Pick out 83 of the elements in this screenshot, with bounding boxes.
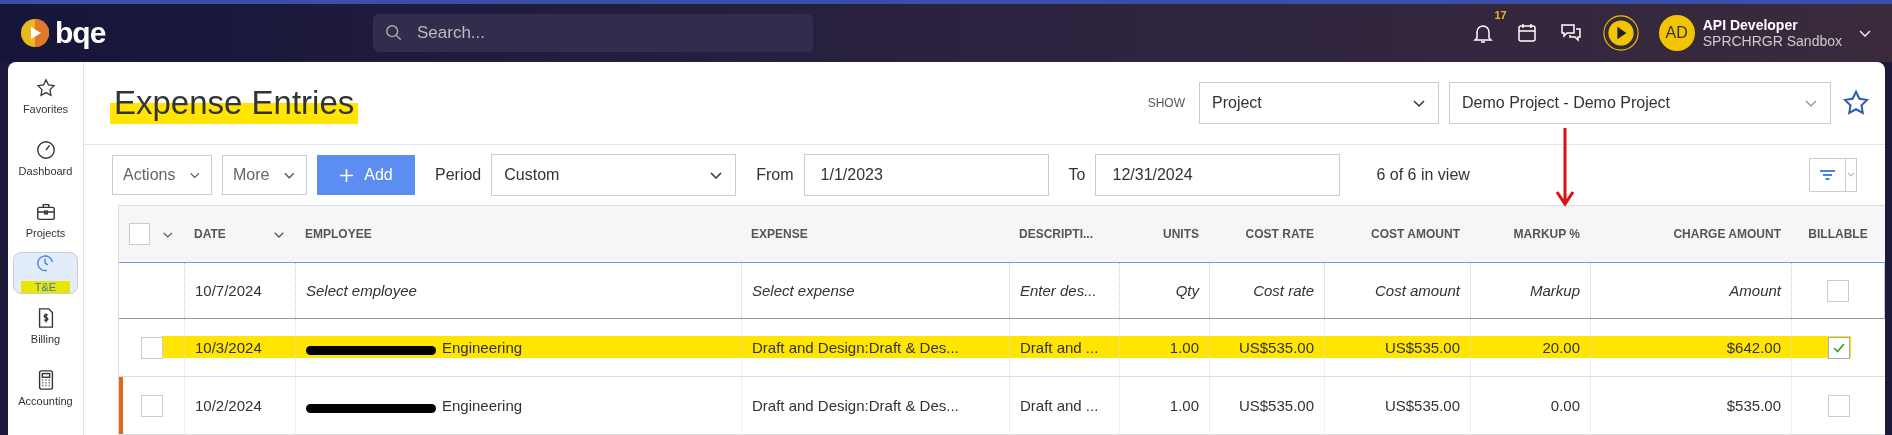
period-label: Period	[435, 166, 482, 184]
table-cell: Engineering	[442, 339, 523, 356]
table-cell: 10/7/2024	[184, 263, 295, 318]
table-cell: Draft and ...	[1020, 339, 1099, 356]
column-header[interactable]: COST AMOUNT	[1371, 227, 1460, 241]
caret-icon	[1804, 98, 1818, 108]
to-label: To	[1068, 166, 1086, 184]
table-cell: 1.00	[1169, 397, 1199, 414]
table-cell: US$535.00	[1384, 339, 1460, 356]
row-checkbox[interactable]	[140, 394, 163, 417]
caret-icon[interactable]	[1858, 28, 1872, 38]
column-header[interactable]: UNITS	[1163, 227, 1199, 241]
logo-text: bqe	[55, 16, 106, 50]
table-cell[interactable]: Cost amount	[1324, 263, 1470, 318]
column-header[interactable]: CHARGE AMOUNT	[1673, 227, 1781, 241]
notification-count: 17	[1494, 9, 1507, 21]
table-cell: Draft and ...	[1020, 397, 1099, 414]
table-cell: 0.00	[1550, 397, 1580, 414]
to-date-field[interactable]: 12/31/2024	[1095, 154, 1341, 196]
column-header[interactable]: EXPENSE	[751, 227, 808, 241]
view-count: 6 of 6 in view	[1376, 166, 1470, 184]
search-icon	[385, 24, 403, 42]
table-cell: US$535.00	[1238, 397, 1314, 414]
play-icon[interactable]	[1602, 15, 1639, 51]
from-date-field[interactable]: 1/1/2023	[803, 154, 1049, 196]
billable-checkbox[interactable]	[1827, 279, 1849, 302]
sidebar-item[interactable]: Projects	[13, 190, 78, 250]
organization-name: SPRCHRGR Sandbox	[1702, 33, 1842, 49]
more-button[interactable]: More	[222, 155, 307, 195]
caret-icon[interactable]	[162, 229, 174, 239]
actions-button[interactable]: Actions	[112, 155, 212, 195]
table-cell[interactable]: Amount	[1590, 263, 1791, 318]
search-field[interactable]: Search...	[415, 22, 801, 44]
plus-icon	[339, 167, 355, 183]
user-name: API Developer	[1702, 17, 1799, 33]
search-box[interactable]: Search...	[373, 14, 813, 52]
table-cell[interactable]: Qty	[1119, 263, 1209, 318]
column-header[interactable]: MARKUP %	[1513, 227, 1580, 241]
select-all-checkbox[interactable]	[129, 223, 151, 245]
logo-icon	[20, 18, 50, 48]
caret-icon	[189, 170, 201, 180]
column-header[interactable]: BILLABLE	[1808, 227, 1868, 241]
table-cell: Draft and Design:Draft & Des...	[752, 339, 959, 356]
table-cell: 10/3/2024	[195, 339, 262, 356]
table-cell[interactable]: Markup	[1470, 263, 1590, 318]
nav-icon	[34, 139, 57, 161]
show-label: SHOW	[1147, 96, 1185, 110]
sidebar-item[interactable]: Accounting	[13, 358, 78, 418]
sidebar-item[interactable]: Favorites	[13, 66, 78, 126]
table-cell[interactable]: Select expense	[741, 263, 1009, 318]
sidebar-item[interactable]: Dashboard	[13, 128, 78, 188]
caret-icon	[709, 170, 724, 180]
table-cell: 20.00	[1542, 339, 1580, 356]
table-cell: Engineering	[442, 397, 523, 414]
table-cell[interactable]: Cost rate	[1209, 263, 1324, 318]
table-cell: US$535.00	[1238, 339, 1314, 356]
show-by-dropdown[interactable]: Project	[1199, 82, 1439, 124]
column-header[interactable]: DATE	[194, 227, 226, 241]
table-cell: US$535.00	[1384, 397, 1460, 414]
sidebar-item[interactable]: Billing	[13, 296, 78, 356]
column-header[interactable]: EMPLOYEE	[305, 227, 372, 241]
table-cell: Draft and Design:Draft & Des...	[752, 397, 959, 414]
period-dropdown[interactable]: Custom	[491, 154, 737, 196]
user-avatar[interactable]: AD	[1658, 15, 1695, 51]
caret-icon	[1412, 98, 1426, 108]
nav-icon	[34, 77, 57, 99]
from-label: From	[756, 166, 794, 184]
table-cell[interactable]: Select employee	[295, 263, 741, 318]
table-cell: $535.00	[1726, 397, 1781, 414]
filter-icon[interactable]	[1809, 158, 1857, 192]
column-header[interactable]: DESCRIPTI...	[1019, 227, 1093, 241]
check-icon	[1831, 341, 1846, 354]
column-header[interactable]: COST RATE	[1245, 227, 1314, 241]
table-cell: $642.00	[1726, 339, 1781, 356]
table-cell[interactable]: Enter des...	[1009, 263, 1119, 318]
table-cell: 1.00	[1169, 339, 1199, 356]
table-cell: 10/2/2024	[195, 397, 262, 414]
chat-icon[interactable]	[1558, 21, 1583, 45]
caret-icon	[283, 170, 296, 180]
nav-icon	[34, 201, 57, 223]
billable-checkbox[interactable]	[1827, 394, 1850, 417]
project-dropdown[interactable]: Demo Project - Demo Project	[1449, 82, 1831, 124]
row-checkbox[interactable]	[140, 336, 163, 359]
